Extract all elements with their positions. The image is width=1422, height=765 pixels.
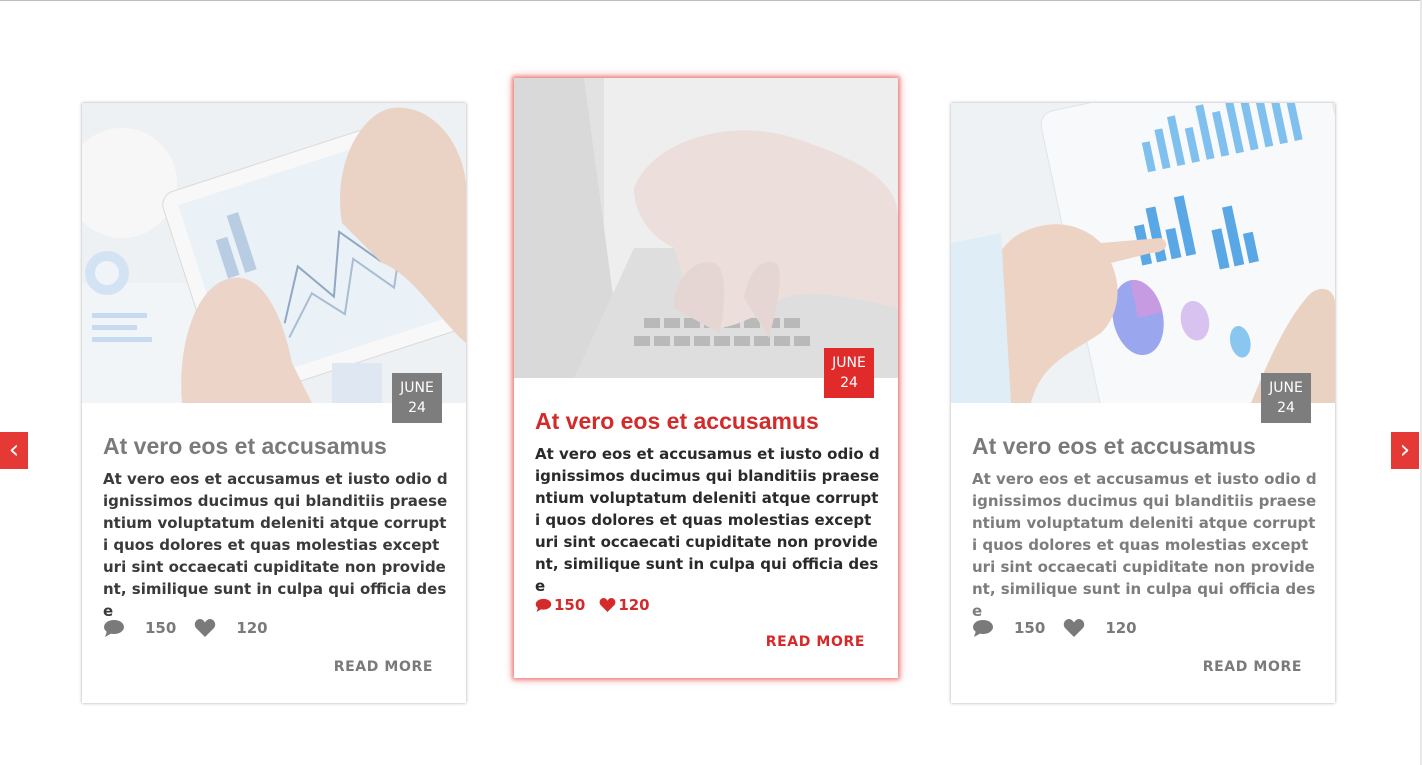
- card-image-laptop-typing[interactable]: [514, 78, 898, 378]
- card-excerpt: At vero eos et accusamus et iusto odio d…: [972, 470, 1317, 620]
- comment-count: 150: [1014, 619, 1046, 637]
- card-stats: 150 120: [103, 618, 286, 638]
- date-day: 24: [408, 400, 426, 416]
- card-image-tablet-analytics[interactable]: [82, 103, 466, 403]
- heart-icon[interactable]: [1063, 618, 1085, 638]
- like-count: 120: [1105, 619, 1137, 637]
- card-excerpt: At vero eos et accusamus et iusto odio d…: [535, 445, 880, 595]
- comment-icon: [104, 620, 124, 637]
- read-more-link[interactable]: READ MORE: [766, 634, 865, 650]
- comment-count: 150: [554, 596, 586, 614]
- blog-card-1: JUNE 24 At vero eos et accusamus At vero…: [82, 103, 466, 703]
- date-badge: JUNE 24: [1261, 373, 1311, 423]
- comment-count: 150: [145, 619, 177, 637]
- read-more-link[interactable]: READ MORE: [1203, 659, 1302, 675]
- heart-icon[interactable]: [194, 618, 216, 638]
- like-count: 120: [618, 596, 650, 614]
- date-badge: JUNE 24: [824, 348, 874, 398]
- date-month: JUNE: [1269, 380, 1303, 396]
- date-day: 24: [840, 375, 858, 391]
- prev-arrow-button[interactable]: ‹: [0, 432, 28, 469]
- read-more-link[interactable]: READ MORE: [334, 659, 433, 675]
- comment-icon: [535, 598, 552, 612]
- blog-card-2: JUNE 24 At vero eos et accusamus At vero…: [514, 78, 898, 678]
- card-image-tablet-bar-chart[interactable]: [951, 103, 1335, 403]
- date-month: JUNE: [400, 380, 434, 396]
- card-title[interactable]: At vero eos et accusamus: [972, 433, 1312, 460]
- card-title[interactable]: At vero eos et accusamus: [535, 408, 875, 435]
- card-excerpt: At vero eos et accusamus et iusto odio d…: [103, 470, 448, 620]
- card-stats: 150 120: [972, 618, 1155, 638]
- next-arrow-button[interactable]: ›: [1391, 432, 1419, 469]
- blog-card-3: JUNE 24 At vero eos et accusamus At vero…: [951, 103, 1335, 703]
- like-count: 120: [236, 619, 268, 637]
- heart-icon[interactable]: [599, 597, 616, 613]
- card-stats: 150 120: [535, 595, 664, 615]
- card-title[interactable]: At vero eos et accusamus: [103, 433, 443, 460]
- comment-icon: [973, 620, 993, 637]
- date-day: 24: [1277, 400, 1295, 416]
- top-divider: [0, 0, 1422, 1]
- date-month: JUNE: [832, 355, 866, 371]
- date-badge: JUNE 24: [392, 373, 442, 423]
